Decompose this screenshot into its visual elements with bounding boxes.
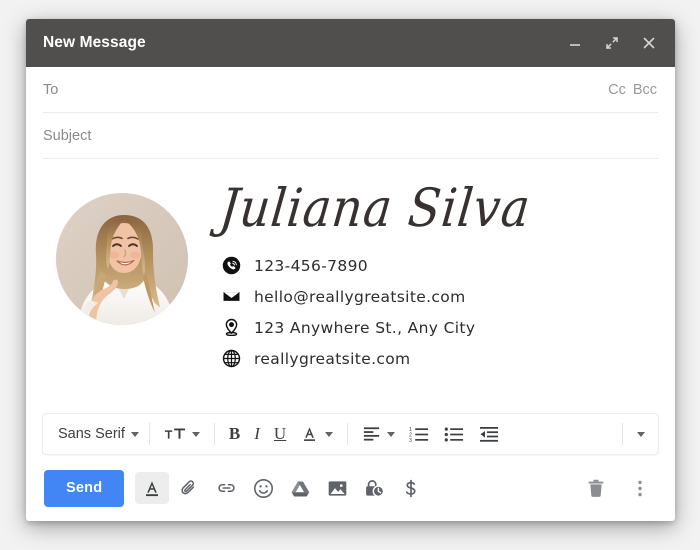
font-family-label: Sans Serif (58, 426, 125, 442)
font-size-button[interactable] (157, 419, 207, 449)
text-format-icon (146, 480, 159, 496)
dollar-icon (406, 479, 416, 497)
contact-row-email: hello@reallygreatsite.com (220, 286, 657, 308)
toolbar-divider (347, 423, 349, 445)
cc-button[interactable]: Cc (608, 82, 626, 98)
window-controls (565, 33, 659, 53)
bulleted-list-button[interactable] (437, 419, 472, 449)
paperclip-icon (181, 480, 195, 495)
format-toolbar: Sans Serif B I U 1 2 3 (42, 413, 659, 455)
font-family-selector[interactable]: Sans Serif (49, 419, 142, 449)
to-field-row[interactable]: To Cc Bcc (26, 67, 675, 113)
more-options-button[interactable] (623, 472, 657, 504)
avatar (56, 193, 188, 325)
compose-actions (135, 472, 428, 504)
toolbar-divider (148, 423, 150, 445)
insert-emoji-button[interactable] (246, 472, 280, 504)
font-size-icon (164, 428, 185, 439)
link-icon (218, 483, 235, 493)
cc-bcc-group: Cc Bcc (608, 82, 657, 98)
discard-draft-button[interactable] (579, 472, 613, 504)
bottom-action-bar: Send (26, 455, 675, 521)
text-color-button[interactable] (293, 419, 340, 449)
subject-label: Subject (43, 128, 92, 144)
message-body[interactable]: Juliana Silva 123-456-7890 hello@reallyg… (26, 159, 675, 413)
contact-row-website: reallygreatsite.com (220, 348, 657, 370)
bcc-button[interactable]: Bcc (633, 82, 657, 98)
emoji-icon (253, 478, 273, 498)
expand-button[interactable] (602, 33, 622, 53)
chevron-down-icon (387, 431, 396, 437)
phone-icon (220, 255, 242, 277)
google-drive-icon (291, 480, 309, 496)
location-icon (220, 317, 242, 339)
send-button[interactable]: Send (44, 469, 125, 507)
attach-file-button[interactable] (172, 472, 206, 504)
window-titlebar: New Message (26, 19, 675, 67)
svg-text:3: 3 (409, 437, 412, 442)
align-button[interactable] (355, 419, 402, 449)
formatting-options-button[interactable] (135, 472, 170, 504)
numbered-list-icon: 1 2 3 (409, 427, 429, 443)
toolbar-divider (622, 423, 623, 445)
contact-row-phone: 123-456-7890 (220, 255, 657, 277)
close-button[interactable] (639, 33, 659, 53)
contact-text-address: 123 Anywhere St., Any City (254, 318, 476, 337)
indent-less-button[interactable] (472, 419, 506, 449)
underline-button[interactable]: U (267, 419, 293, 449)
trash-icon (588, 479, 604, 497)
insert-link-button[interactable] (209, 472, 243, 504)
contact-text-website: reallygreatsite.com (254, 349, 411, 368)
contact-text-phone: 123-456-7890 (254, 256, 369, 275)
chevron-down-icon (325, 431, 334, 437)
compose-window: New Message To Cc Bcc Subject Juliana Si… (26, 19, 675, 521)
email-icon (220, 286, 242, 308)
subject-field-row[interactable]: Subject (26, 113, 675, 159)
chevron-down-icon (637, 431, 645, 437)
insert-photo-button[interactable] (320, 472, 354, 504)
indent-decrease-icon (480, 426, 499, 442)
signature-details: Juliana Silva 123-456-7890 hello@reallyg… (214, 177, 657, 370)
contact-row-address: 123 Anywhere St., Any City (220, 317, 657, 339)
numbered-list-button[interactable]: 1 2 3 (402, 419, 437, 449)
insert-drive-button[interactable] (283, 472, 317, 504)
to-label: To (43, 82, 59, 98)
bold-button[interactable]: B (222, 419, 247, 449)
insert-money-button[interactable] (394, 472, 428, 504)
signature-name: Juliana Silva (216, 177, 534, 240)
bulleted-list-icon (444, 427, 464, 441)
more-format-button[interactable] (630, 419, 652, 449)
confidential-mode-button[interactable] (357, 472, 391, 504)
text-color-icon (304, 427, 316, 441)
website-icon (220, 348, 242, 370)
email-signature: Juliana Silva 123-456-7890 hello@reallyg… (44, 177, 657, 370)
more-vertical-icon (638, 480, 642, 496)
contact-list: 123-456-7890 hello@reallygreatsite.com 1… (220, 255, 657, 370)
minimize-button[interactable] (565, 33, 585, 53)
chevron-down-icon (191, 431, 200, 437)
chevron-down-icon (130, 431, 139, 437)
toolbar-divider (213, 423, 215, 445)
lock-clock-icon (365, 479, 384, 497)
bottom-right-actions (579, 472, 657, 504)
align-left-icon (364, 427, 380, 441)
window-title: New Message (43, 34, 146, 51)
image-icon (328, 480, 347, 496)
contact-text-email: hello@reallygreatsite.com (254, 287, 466, 306)
italic-button[interactable]: I (247, 419, 267, 449)
